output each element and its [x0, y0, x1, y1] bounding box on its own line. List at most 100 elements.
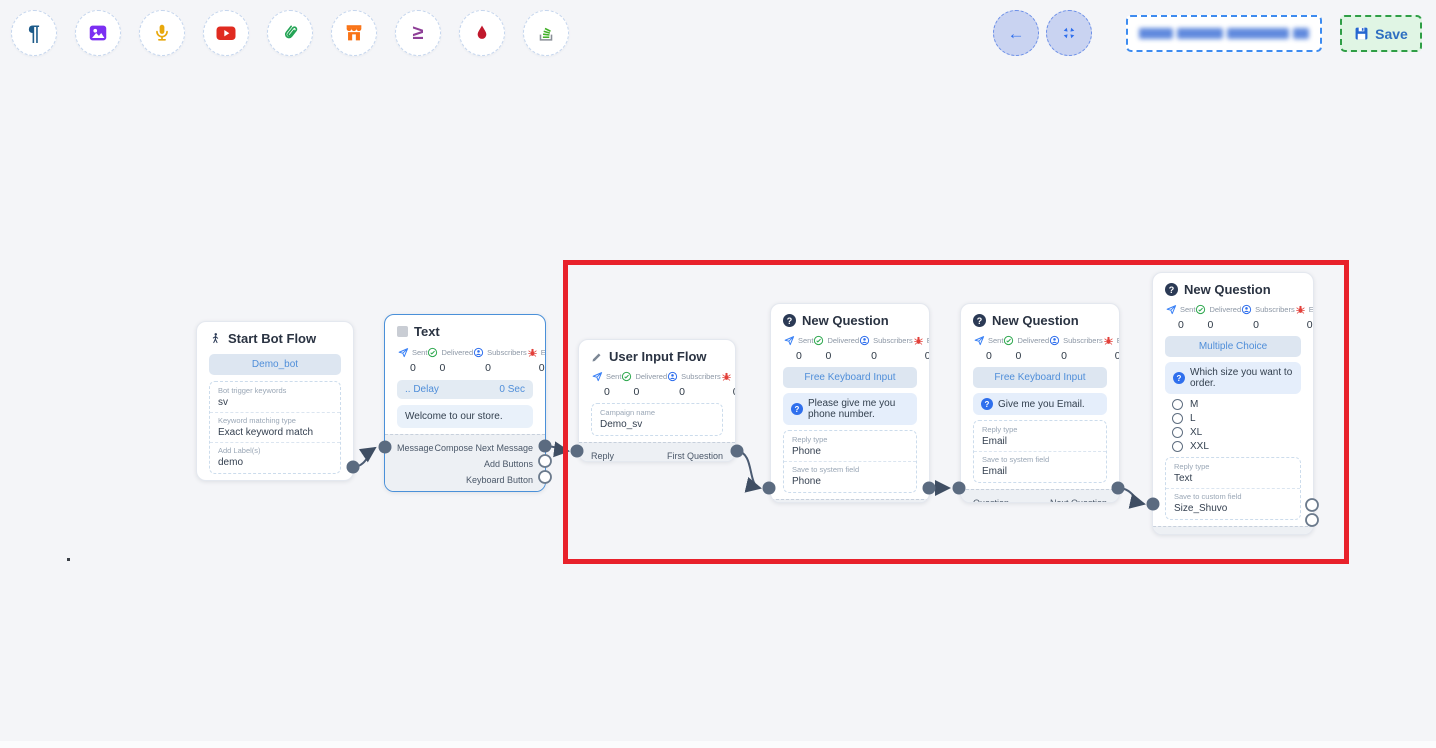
- stat-sent: Sent0: [398, 347, 427, 374]
- node-text-message[interactable]: Text Sent0Delivered0Subscribers0Errors0 …: [384, 314, 546, 492]
- node-title: Start Bot Flow: [228, 331, 316, 346]
- field-label: Reply type: [1174, 462, 1292, 471]
- stats-row: Sent0Delivered0Subscribers0Errors0: [591, 371, 723, 398]
- fields-box[interactable]: Campaign nameDemo_sv: [591, 403, 723, 436]
- back-button[interactable]: ←: [993, 10, 1039, 56]
- radio-icon[interactable]: [1172, 413, 1183, 424]
- field[interactable]: Save to system fieldEmail: [974, 451, 1106, 481]
- walking-person-icon: [209, 332, 222, 345]
- subscribers-icon: [1241, 304, 1252, 315]
- output-next-question[interactable]: Next Question: [1050, 498, 1107, 503]
- toolbar-store-button[interactable]: [331, 10, 377, 56]
- message-text[interactable]: Welcome to our store.: [397, 405, 533, 428]
- delivered-icon: [813, 335, 824, 346]
- node-start-bot-flow[interactable]: Start Bot Flow Demo_bot Bot trigger keyw…: [196, 321, 354, 481]
- input-message[interactable]: Message: [397, 443, 434, 453]
- output-first-question[interactable]: First Question: [667, 451, 723, 461]
- option-label: M: [1190, 399, 1198, 410]
- delay-row[interactable]: .. Delay 0 Sec: [397, 380, 533, 399]
- toolbar-image-button[interactable]: [75, 10, 121, 56]
- option-label: L: [1190, 413, 1196, 424]
- node-title: New Question: [1184, 282, 1271, 297]
- option-l[interactable]: L: [1172, 413, 1301, 424]
- youtube-icon: [214, 21, 238, 45]
- bot-select-button[interactable]: Demo_bot: [209, 354, 341, 375]
- fit-view-button[interactable]: [1046, 10, 1092, 56]
- toolbar-text-button[interactable]: ¶: [11, 10, 57, 56]
- question-icon: ?: [791, 403, 803, 415]
- field-value: sv: [218, 397, 332, 408]
- store-icon: [343, 22, 365, 44]
- toolbar-attachment-button[interactable]: [267, 10, 313, 56]
- option-xxl[interactable]: XXL: [1172, 441, 1301, 452]
- question-icon: ?: [981, 398, 993, 410]
- radio-icon[interactable]: [1172, 441, 1183, 452]
- fields-box[interactable]: Reply type Text Save to custom fieldSize_S…: [1165, 457, 1301, 520]
- option-label: XXL: [1190, 441, 1209, 452]
- errors-icon: [1103, 335, 1114, 346]
- back-arrow-icon: ←: [1008, 25, 1025, 42]
- gte-icon: ≥: [413, 23, 424, 43]
- node-question-size[interactable]: ? New Question Sent0Delivered0Subscriber…: [1152, 272, 1314, 535]
- field-value: Phone: [792, 476, 908, 487]
- delivered-icon: [427, 347, 438, 358]
- fields-box[interactable]: Reply typePhoneSave to system fieldPhone: [783, 430, 917, 493]
- reply-type-button[interactable]: Free Keyboard Input: [783, 367, 917, 388]
- field[interactable]: Reply type Text: [1166, 459, 1300, 488]
- save-button[interactable]: Save: [1340, 15, 1422, 52]
- question-bubble[interactable]: ? Give me you Email.: [973, 393, 1107, 415]
- stats-row: Sent0Delivered0Subscribers0Errors0: [397, 347, 533, 374]
- toolbar-video-button[interactable]: [203, 10, 249, 56]
- input-reply[interactable]: Reply: [591, 451, 614, 461]
- field[interactable]: Add Label(s)demo: [210, 442, 340, 472]
- reply-type-button[interactable]: Free Keyboard Input: [973, 367, 1107, 388]
- option-xl[interactable]: XL: [1172, 427, 1301, 438]
- toolbar-condition-button[interactable]: ≥: [395, 10, 441, 56]
- field[interactable]: Reply typePhone: [784, 432, 916, 461]
- field[interactable]: Campaign nameDemo_sv: [592, 405, 722, 434]
- subscribers-icon: [1049, 335, 1060, 346]
- input-question[interactable]: Question: [973, 498, 1009, 503]
- toolbar-drip-button[interactable]: [459, 10, 505, 56]
- field[interactable]: Reply typeEmail: [974, 422, 1106, 451]
- save-label: Save: [1375, 26, 1408, 42]
- bottom-strip: [0, 741, 1436, 748]
- field[interactable]: Save to system fieldPhone: [784, 461, 916, 491]
- toolbar-sequence-button[interactable]: [523, 10, 569, 56]
- field-value: Exact keyword match: [218, 427, 332, 438]
- stat-delivered: Delivered0: [621, 371, 667, 398]
- stat-subscribers: Subscribers0: [667, 371, 721, 398]
- field[interactable]: Keyword matching type Exact keyword match: [210, 412, 340, 442]
- bot-name-field[interactable]: [1126, 15, 1322, 52]
- stat-subscribers: Subscribers0: [859, 335, 913, 362]
- question-icon: ?: [973, 314, 986, 327]
- output-compose-next-message[interactable]: Compose Next Message: [434, 443, 533, 453]
- field-label: Save to system field: [982, 455, 1098, 464]
- stat-errors: Errors0: [1103, 335, 1120, 362]
- node-question-email[interactable]: ? New Question Sent0Delivered0Subscriber…: [960, 303, 1120, 503]
- question-text: Please give me you phone number.: [808, 398, 909, 420]
- output-add-buttons[interactable]: Add Buttons: [484, 459, 533, 469]
- field-value: Text: [1174, 473, 1292, 484]
- stats-row: Sent0Delivered0Subscribers0Errors0: [973, 335, 1107, 362]
- option-m[interactable]: M: [1172, 399, 1301, 410]
- field[interactable]: Bot trigger keywordssv: [210, 383, 340, 412]
- output-keyboard-button[interactable]: Keyboard Button: [466, 475, 533, 485]
- radio-icon[interactable]: [1172, 427, 1183, 438]
- stack-icon: [535, 22, 557, 44]
- field[interactable]: Save to custom fieldSize_Shuvo: [1166, 488, 1300, 518]
- reply-type-button[interactable]: Multiple Choice: [1165, 336, 1301, 357]
- droplet-icon: [472, 23, 492, 43]
- flow-builder-canvas[interactable]: ¶: [0, 0, 1436, 748]
- save-icon: [1354, 26, 1369, 41]
- radio-icon[interactable]: [1172, 399, 1183, 410]
- question-bubble[interactable]: ? Which size you want to order.: [1165, 362, 1301, 394]
- fields-box[interactable]: Reply typeEmailSave to system fieldEmail: [973, 420, 1107, 483]
- sent-icon: [1166, 304, 1177, 315]
- field-label: Keyword matching type: [218, 416, 332, 425]
- fields-box[interactable]: Bot trigger keywordssvKeyword matching t…: [209, 381, 341, 474]
- toolbar-audio-button[interactable]: [139, 10, 185, 56]
- node-question-phone[interactable]: ? New Question Sent0Delivered0Subscriber…: [770, 303, 930, 503]
- node-user-input-flow[interactable]: User Input Flow Sent0Delivered0Subscribe…: [578, 339, 736, 462]
- question-bubble[interactable]: ? Please give me you phone number.: [783, 393, 917, 425]
